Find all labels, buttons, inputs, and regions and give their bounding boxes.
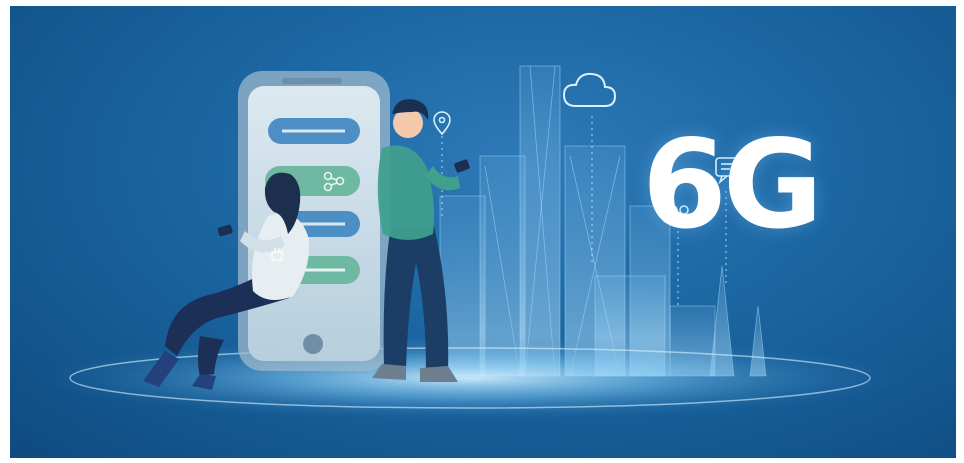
location-pin-icon xyxy=(433,111,451,136)
smartphone xyxy=(238,71,390,371)
headline-6g: 6G xyxy=(642,114,823,256)
cloud-icon xyxy=(562,72,617,107)
banner-image: 6G xyxy=(10,6,956,458)
